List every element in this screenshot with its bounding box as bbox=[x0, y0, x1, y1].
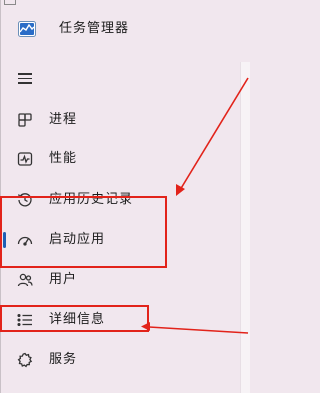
nav-item-services[interactable]: 服务 bbox=[0, 342, 240, 378]
services-icon bbox=[17, 352, 33, 368]
nav-label-services: 服务 bbox=[49, 352, 78, 367]
content-pane-edge bbox=[240, 62, 250, 393]
nav-item-processes[interactable]: 进程 bbox=[0, 102, 240, 138]
nav-label-details: 详细信息 bbox=[49, 312, 106, 327]
nav-item-app-history[interactable]: 应用历史记录 bbox=[0, 182, 240, 218]
startup-apps-icon bbox=[17, 232, 33, 248]
task-manager-app-icon bbox=[18, 21, 36, 37]
app-history-icon bbox=[17, 192, 33, 208]
processes-icon bbox=[17, 112, 33, 128]
nav-label-users: 用户 bbox=[49, 272, 78, 287]
nav-label-performance: 性能 bbox=[49, 151, 78, 166]
nav-label-processes: 进程 bbox=[49, 112, 78, 127]
active-indicator bbox=[3, 232, 6, 248]
nav-item-details[interactable]: 详细信息 bbox=[0, 302, 240, 338]
nav-label-startup-apps: 启动应用 bbox=[49, 232, 106, 247]
app-title: 任务管理器 bbox=[59, 21, 130, 36]
nav-item-performance[interactable]: 性能 bbox=[0, 141, 240, 177]
performance-icon bbox=[17, 151, 33, 167]
users-icon bbox=[17, 272, 33, 288]
hamburger-menu-icon[interactable] bbox=[10, 66, 38, 90]
nav-label-app-history: 应用历史记录 bbox=[49, 192, 134, 207]
nav-item-users[interactable]: 用户 bbox=[0, 262, 240, 298]
nav-item-startup-apps[interactable]: 启动应用 bbox=[0, 222, 240, 258]
details-icon bbox=[17, 312, 33, 328]
title-bar: 任务管理器 bbox=[0, 0, 249, 56]
